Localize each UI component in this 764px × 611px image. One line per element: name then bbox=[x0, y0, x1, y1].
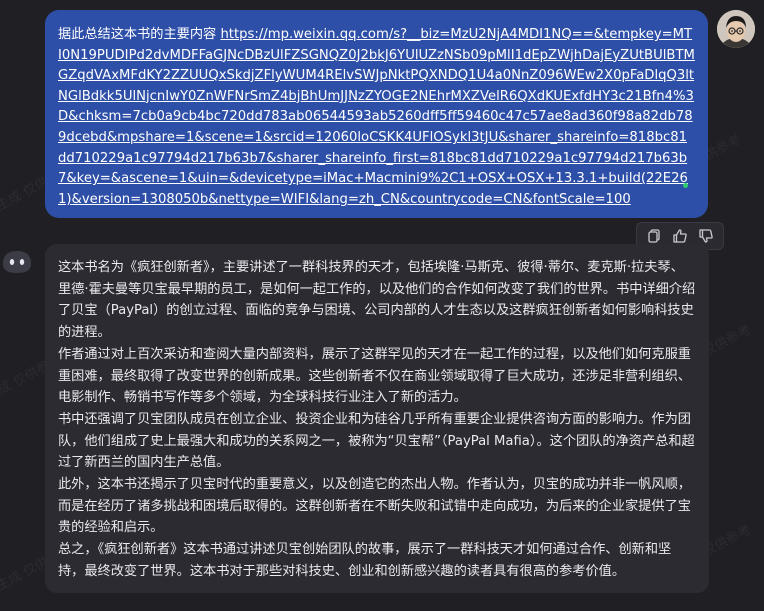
thumbs-up-icon[interactable] bbox=[670, 226, 690, 246]
response-paragraph: 作者通过对上百次采访和查阅大量内部资料，展示了这群罕见的天才在一起工作的过程，以… bbox=[58, 346, 691, 406]
assistant-avatar-icon bbox=[3, 251, 31, 273]
user-avatar-image bbox=[717, 10, 755, 48]
user-avatar[interactable] bbox=[717, 10, 755, 48]
user-prompt-text: 据此总结这本书的主要内容 bbox=[58, 27, 221, 42]
thumbs-down-icon[interactable] bbox=[696, 226, 716, 246]
status-dot bbox=[683, 183, 688, 188]
response-paragraph: 书中还强调了贝宝团队成员在创立企业、投资企业和为硅谷几乎所有重要企业提供咨询方面… bbox=[58, 411, 695, 471]
assistant-avatar bbox=[0, 244, 34, 278]
response-paragraph: 这本书名为《疯狂创新者》，主要讲述了一群科技界的天才，包括埃隆·马斯克、彼得·蒂… bbox=[58, 260, 696, 341]
article-link[interactable]: https://mp.weixin.qq.com/s?__biz=MzU2NjA… bbox=[58, 27, 695, 207]
copy-icon[interactable] bbox=[644, 226, 664, 246]
response-paragraph: 总之，《疯狂创新者》这本书通过讲述贝宝创始团队的故事，展示了一群科技天才如何通过… bbox=[58, 542, 672, 579]
response-paragraph: 此外，这本书还揭示了贝宝时代的重要意义，以及创造它的杰出人物。作者认为，贝宝的成… bbox=[58, 477, 691, 536]
assistant-message-bubble: 这本书名为《疯狂创新者》，主要讲述了一群科技界的天才，包括埃隆·马斯克、彼得·蒂… bbox=[45, 244, 709, 593]
user-message-bubble: 据此总结这本书的主要内容 https://mp.weixin.qq.com/s?… bbox=[45, 10, 708, 218]
